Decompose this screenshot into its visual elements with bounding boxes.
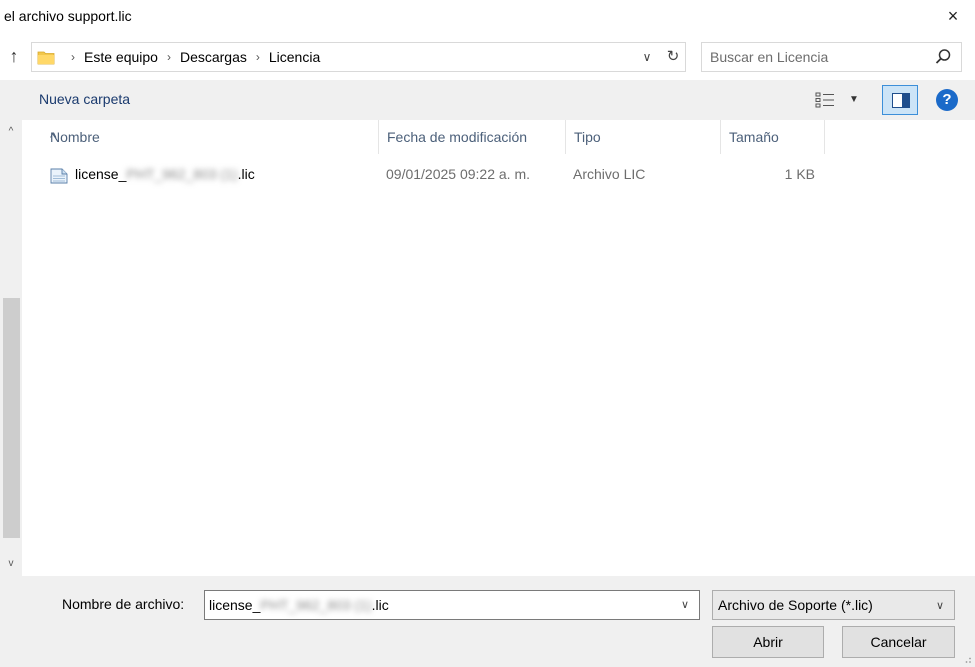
file-name-field-obscured: PHT_962_803 (1) [260,597,372,613]
new-folder-button[interactable]: Nueva carpeta [39,91,130,107]
file-name-label: Nombre de archivo: [62,596,185,612]
column-header-type[interactable]: Tipo [566,120,721,154]
change-view-icon[interactable] [815,91,835,109]
file-type-filter-label: Archivo de Soporte (*.lic) [718,597,873,613]
search-box[interactable] [701,42,962,72]
breadcrumb-separator[interactable]: › [167,50,171,64]
file-name-dropdown-icon[interactable]: ∨ [677,595,693,615]
file-list[interactable]: Nombre ^ Fecha de modificación Tipo Tama… [22,120,975,576]
column-header-type-label: Tipo [574,129,601,145]
column-header-name[interactable]: Nombre ^ [42,120,379,154]
breadcrumb-separator: › [71,50,75,64]
breadcrumb-licencia[interactable]: Licencia [269,49,320,65]
filter-dropdown-icon[interactable]: ∨ [932,596,948,616]
folder-icon [37,51,55,65]
help-icon[interactable]: ? [936,89,958,111]
title-bar: el archivo support.lic × [0,0,975,34]
column-header-size[interactable]: Tamaño [721,120,825,154]
scroll-down-icon[interactable]: v [0,554,22,574]
breadcrumb-separator[interactable]: › [256,50,260,64]
file-name-suffix: .lic [237,166,255,182]
scroll-up-icon[interactable]: ^ [0,122,22,142]
column-header-date-label: Fecha de modificación [387,129,528,145]
window-title: el archivo support.lic [4,8,132,24]
navigation-pane-scrollbar[interactable]: ^ v [0,120,22,576]
breadcrumb-este-equipo[interactable]: Este equipo [84,49,158,65]
preview-pane-icon [892,93,910,108]
file-type-filter[interactable]: Archivo de Soporte (*.lic) ∨ [712,590,955,620]
dialog-footer: Nombre de archivo: license_PHT_962_803 (… [0,576,975,667]
sort-ascending-icon: ^ [50,129,57,145]
file-name-field-suffix: .lic [371,597,389,613]
column-header-size-label: Tamaño [729,129,779,145]
view-dropdown-icon[interactable]: ▼ [849,91,863,109]
search-icon[interactable] [933,46,953,68]
breadcrumb-descargas[interactable]: Descargas [180,49,247,65]
navigation-bar: ↑ › Este equipo › Descargas › Licencia ∨… [0,38,975,76]
address-dropdown-icon[interactable]: ∨ [637,46,657,68]
preview-pane-button[interactable] [882,85,918,115]
command-toolbar: Nueva carpeta ▼ ? [0,80,975,120]
file-size: 1 KB [784,166,815,182]
file-name-prefix: license_ [75,166,127,182]
file-name: license_PHT_962_803 (1).lic [75,166,255,182]
search-input[interactable] [710,47,925,67]
breadcrumb: › Este equipo › Descargas › Licencia [62,43,320,71]
address-bar[interactable]: › Este equipo › Descargas › Licencia ∨ ↻ [31,42,686,72]
resize-grip-icon[interactable] [962,654,972,664]
close-icon[interactable]: × [941,5,965,27]
file-name-combobox[interactable]: license_PHT_962_803 (1).lic ∨ [204,590,700,620]
column-header-date[interactable]: Fecha de modificación [379,120,566,154]
file-icon [50,168,68,184]
column-header-name-label: Nombre [50,129,100,145]
file-date: 09/01/2025 09:22 a. m. [386,166,530,182]
file-type: Archivo LIC [573,166,646,182]
up-arrow-icon[interactable]: ↑ [2,42,26,70]
cancel-button[interactable]: Cancelar [842,626,955,658]
open-button[interactable]: Abrir [712,626,824,658]
file-name-field-prefix: license_ [209,597,261,613]
file-name-obscured: PHT_962_803 (1) [126,166,238,182]
file-row[interactable]: license_PHT_962_803 (1).lic 09/01/2025 0… [42,162,842,188]
file-name-field[interactable]: license_PHT_962_803 (1).lic [209,597,389,613]
refresh-icon[interactable]: ↻ [662,46,684,68]
scroll-thumb[interactable] [3,298,20,538]
